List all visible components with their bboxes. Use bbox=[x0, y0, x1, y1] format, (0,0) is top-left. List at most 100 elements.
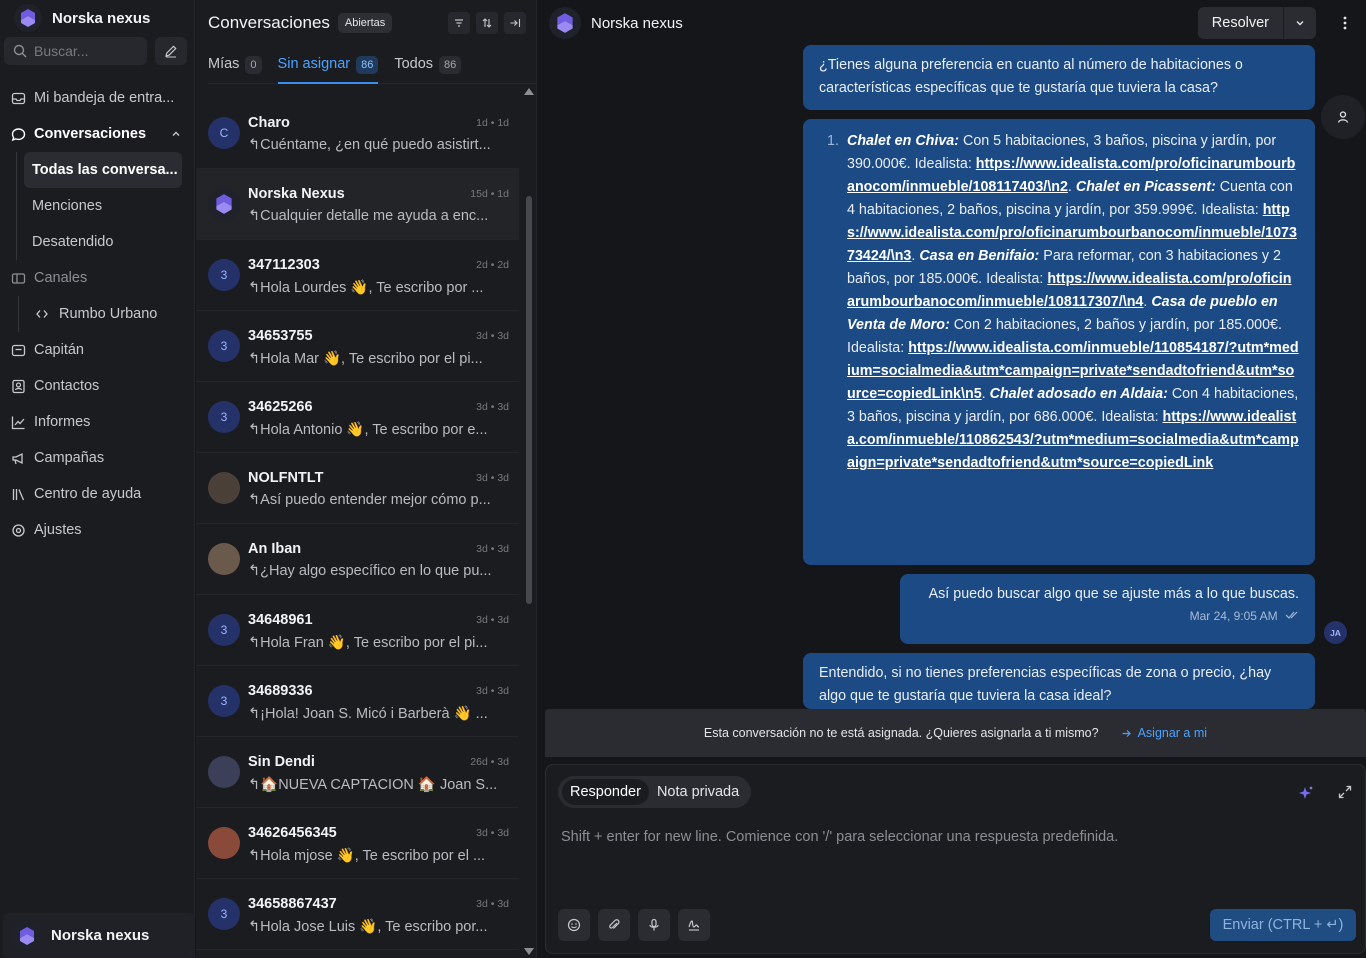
send-button[interactable]: Enviar (CTRL + ↵) bbox=[1210, 909, 1356, 941]
sidebar-item-inbox[interactable]: Mi bandeja de entra... bbox=[0, 80, 195, 116]
avatar: 3 bbox=[208, 401, 240, 433]
conversation-list-scrollbar[interactable] bbox=[523, 86, 534, 958]
scroll-thumb[interactable] bbox=[526, 196, 532, 604]
search-box[interactable] bbox=[4, 37, 147, 65]
conversation-item[interactable]: Sin Dendi 26d • 3d ↰🏠NUEVA CAPTACION 🏠 J… bbox=[196, 737, 519, 808]
sidebar-item-label: Mi bandeja de entra... bbox=[34, 90, 175, 106]
conversation-item[interactable]: Norska Nexus 15d • 1d ↰Cualquier detalle… bbox=[196, 169, 519, 240]
conversation-item[interactable]: 3 34658867437 3d • 3d ↰Hola Jose Luis 👋,… bbox=[196, 879, 519, 950]
sidebar-item-captain[interactable]: Capitán bbox=[0, 332, 195, 368]
sidebar-item-help-center[interactable]: Centro de ayuda bbox=[0, 476, 195, 512]
filter-icon bbox=[455, 19, 463, 27]
sidebar-item-conversations[interactable]: Conversaciones bbox=[0, 116, 195, 152]
account-switcher[interactable]: Norska nexus bbox=[3, 913, 195, 958]
ai-assist-button[interactable] bbox=[1298, 785, 1314, 806]
message-preview: ↰¡Hola! Joan S. Micó i Barberà 👋 ... bbox=[248, 706, 488, 722]
sidebar-item-mentions[interactable]: Menciones bbox=[24, 188, 195, 224]
double-check-icon bbox=[1285, 611, 1298, 619]
attach-button[interactable] bbox=[598, 909, 630, 941]
conversations-subnav: Todas las conversa... Menciones Desatend… bbox=[16, 152, 195, 260]
tab-mine[interactable]: Mías 0 bbox=[208, 52, 262, 84]
agent-avatar: JA bbox=[1324, 621, 1347, 644]
signature-icon bbox=[688, 920, 700, 931]
contact-avatar[interactable] bbox=[549, 7, 581, 39]
avatar: 3 bbox=[208, 614, 240, 646]
sidebar-item-all-conversations[interactable]: Todas las conversa... bbox=[24, 152, 182, 188]
sidebar-item-campaigns[interactable]: Campañas bbox=[0, 440, 195, 476]
sidebar-item-settings[interactable]: Ajustes bbox=[0, 512, 195, 548]
conversation-item[interactable]: 3 34653755 3d • 3d ↰Hola Mar 👋, Te escri… bbox=[196, 311, 519, 382]
sidebar-item-label: Rumbo Urbano bbox=[59, 306, 158, 322]
avatar: 3 bbox=[208, 898, 240, 930]
audio-record-button[interactable] bbox=[638, 909, 670, 941]
account-logo-icon bbox=[13, 921, 41, 950]
avatar bbox=[208, 756, 240, 788]
message-text: ¿Tienes alguna preferencia en cuanto al … bbox=[819, 57, 1243, 96]
filter-button[interactable] bbox=[448, 12, 470, 34]
resolve-button[interactable]: Resolver bbox=[1198, 7, 1284, 39]
conversation-item[interactable]: C Charo 1d • 1d ↰Cuéntame, ¿en qué puedo… bbox=[196, 98, 519, 169]
contact-name: An Iban bbox=[248, 541, 302, 557]
conversation-item[interactable]: 3 34648961 3d • 3d ↰Hola Fran 👋, Te escr… bbox=[196, 595, 519, 666]
sort-icon bbox=[482, 18, 492, 28]
message-meta: Mar 24, 9:05 AM bbox=[916, 606, 1299, 626]
search-icon bbox=[13, 44, 27, 58]
sidebar-item-label: Todas las conversa... bbox=[32, 162, 178, 178]
timestamp: 3d • 3d bbox=[476, 543, 509, 555]
contact-name: Norska Nexus bbox=[248, 186, 345, 202]
search-input[interactable] bbox=[34, 43, 134, 59]
conversation-item[interactable]: 3 34625266 3d • 3d ↰Hola Antonio 👋, Te e… bbox=[196, 382, 519, 453]
conversation-item[interactable]: 3 34689336 3d • 3d ↰¡Hola! Joan S. Micó … bbox=[196, 666, 519, 737]
conversation-item[interactable]: 34626456345 3d • 3d ↰Hola mjose 👋, Te es… bbox=[196, 808, 519, 879]
conversation-list-panel: Conversaciones Abiertas Mías 0 Sin asign… bbox=[196, 0, 537, 958]
resolve-dropdown-button[interactable] bbox=[1284, 18, 1316, 28]
timestamp: 3d • 3d bbox=[476, 472, 509, 484]
status-filter-chip[interactable]: Abiertas bbox=[337, 13, 393, 33]
conversation-item[interactable]: An Iban 3d • 3d ↰¿Hay algo específico en… bbox=[196, 524, 519, 595]
reply-textarea[interactable] bbox=[561, 829, 1351, 889]
more-options-button[interactable] bbox=[1332, 16, 1358, 30]
timestamp: 3d • 3d bbox=[476, 685, 509, 697]
property-title: Chalet adosado en Aldaia: bbox=[989, 386, 1168, 402]
collapse-panel-button[interactable] bbox=[504, 12, 526, 34]
contact-details-button[interactable] bbox=[1321, 95, 1365, 139]
expand-icon bbox=[1338, 785, 1352, 799]
conversation-item[interactable]: 3 347112303 2d • 2d ↰Hola Lourdes 👋, Te … bbox=[196, 240, 519, 311]
tab-unassigned[interactable]: Sin asignar 86 bbox=[277, 52, 379, 84]
paperclip-icon bbox=[609, 919, 620, 929]
assign-to-me-link[interactable]: Asignar a mi bbox=[1121, 726, 1207, 740]
timestamp: 2d • 2d bbox=[476, 259, 509, 271]
brand-logo-icon bbox=[216, 194, 232, 214]
chat-panel: Norska nexus Resolver ¿Tienes alguna pre… bbox=[537, 0, 1366, 958]
compose-button[interactable] bbox=[155, 37, 187, 65]
sidebar-item-unattended[interactable]: Desatendido bbox=[24, 224, 195, 260]
reply-composer: Responder Nota privada Enviar (CTRL + ↵) bbox=[545, 764, 1366, 954]
sort-button[interactable] bbox=[476, 12, 498, 34]
timestamp: 3d • 3d bbox=[476, 827, 509, 839]
conversation-item[interactable]: NOLFNTLT 3d • 3d ↰Así puedo entender mej… bbox=[196, 453, 519, 524]
contact-name: 34689336 bbox=[248, 683, 313, 699]
contact-name: 347112303 bbox=[248, 257, 320, 273]
scroll-down-arrow-icon[interactable] bbox=[524, 948, 534, 955]
message-preview: ↰Hola Antonio 👋, Te escribo por e... bbox=[248, 422, 488, 438]
sidebar-item-label: Ajustes bbox=[34, 522, 82, 538]
emoji-button[interactable] bbox=[558, 909, 590, 941]
conversation-list: C Charo 1d • 1d ↰Cuéntame, ¿en qué puedo… bbox=[196, 98, 519, 950]
scroll-up-arrow-icon[interactable] bbox=[524, 88, 534, 95]
tab-all[interactable]: Todos 86 bbox=[394, 52, 462, 84]
assign-notice-bar: Esta conversación no te está asignada. ¿… bbox=[545, 709, 1366, 757]
reply-mode-button[interactable]: Responder bbox=[562, 779, 649, 805]
sidebar-item-reports[interactable]: Informes bbox=[0, 404, 195, 440]
sidebar-item-label: Conversaciones bbox=[34, 126, 147, 142]
brand[interactable]: Norska nexus bbox=[14, 4, 150, 32]
reply-mode-toggle: Responder Nota privada bbox=[558, 776, 752, 808]
chat-contact-name[interactable]: Norska nexus bbox=[591, 15, 683, 32]
private-note-mode-button[interactable]: Nota privada bbox=[649, 779, 747, 805]
sidebar-item-channel-rumbo-urbano[interactable]: Rumbo Urbano bbox=[18, 296, 195, 332]
sidebar-item-channels[interactable]: Canales bbox=[0, 260, 195, 296]
expand-composer-button[interactable] bbox=[1338, 785, 1352, 804]
signature-button[interactable] bbox=[678, 909, 710, 941]
sidebar-item-contacts[interactable]: Contactos bbox=[0, 368, 195, 404]
message-preview: ↰Cualquier detalle me ayuda a enc... bbox=[248, 208, 489, 224]
chevron-up-icon[interactable] bbox=[171, 129, 181, 139]
